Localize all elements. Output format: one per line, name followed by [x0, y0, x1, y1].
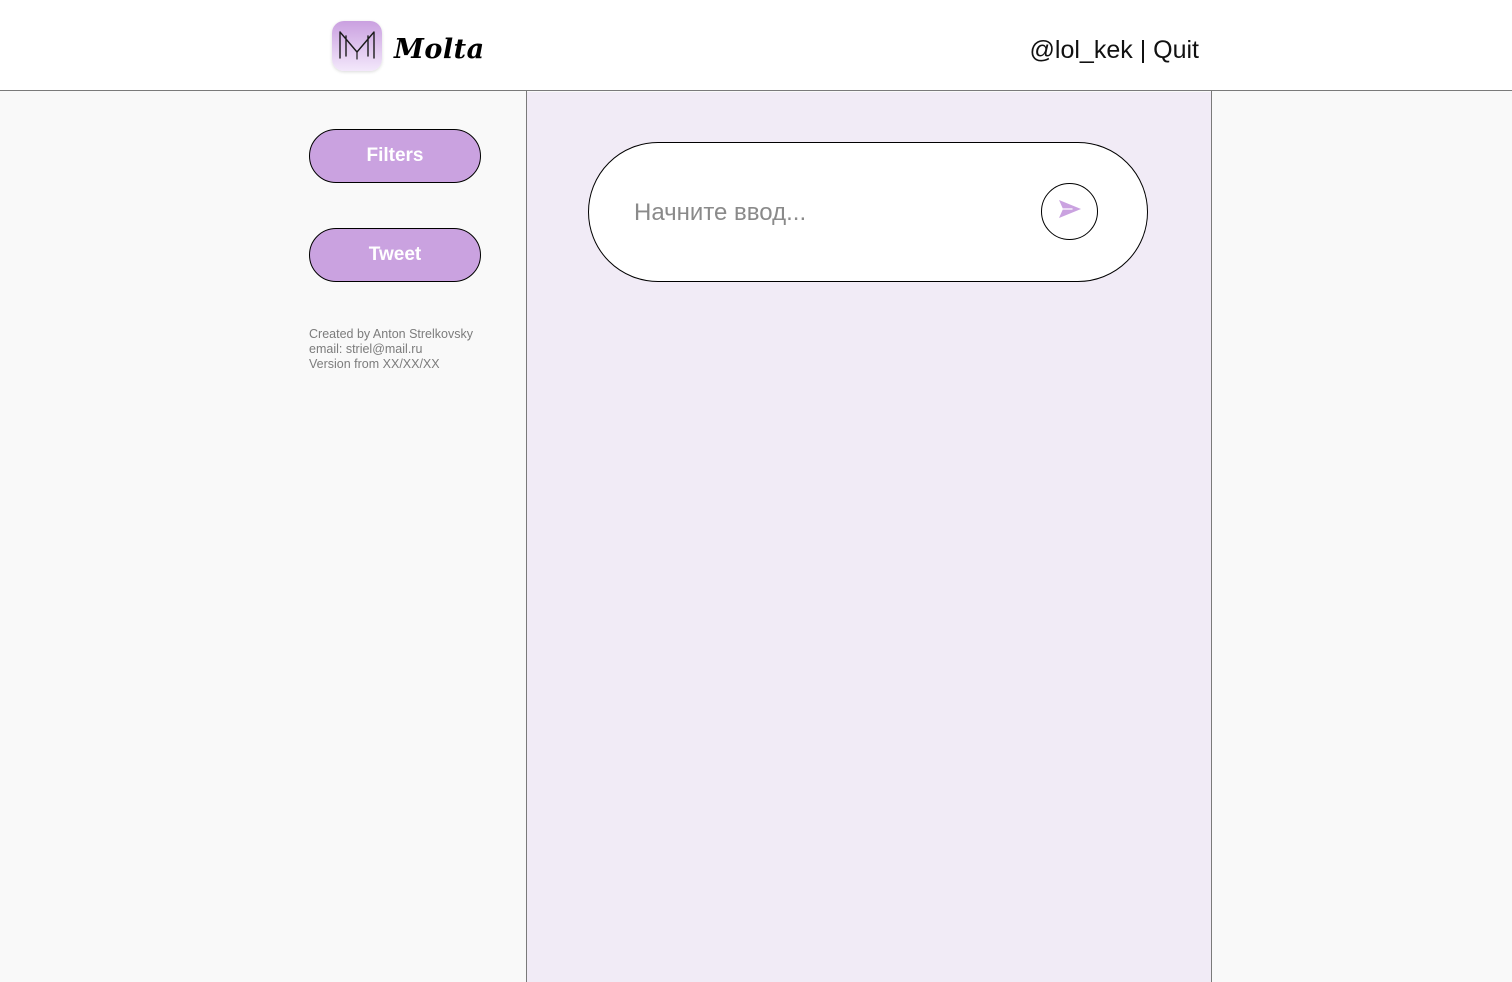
- tweet-button[interactable]: Tweet: [309, 228, 481, 282]
- credits: Created by Anton Strelkovsky email: stri…: [309, 327, 473, 372]
- send-button[interactable]: [1041, 183, 1098, 240]
- feed-right-divider: [1211, 91, 1212, 982]
- brand-name: Molta: [394, 34, 485, 65]
- tweet-input[interactable]: [634, 193, 1014, 233]
- tweet-composer: [588, 142, 1148, 282]
- top-header: Molta @lol_kek | Quit: [0, 0, 1512, 91]
- send-icon: [1057, 198, 1083, 225]
- filters-button[interactable]: Filters: [309, 129, 481, 183]
- credits-email: email: striel@mail.ru: [309, 342, 423, 356]
- account-separator: |: [1139, 36, 1147, 64]
- quit-link[interactable]: Quit: [1153, 36, 1199, 64]
- molta-logo-icon[interactable]: [332, 21, 382, 71]
- credits-version: Version from XX/XX/XX: [309, 357, 440, 371]
- username-link[interactable]: @lol_kek: [1030, 36, 1133, 64]
- account-area: @lol_kek | Quit: [1030, 33, 1199, 67]
- credits-author: Created by Anton Strelkovsky: [309, 327, 473, 341]
